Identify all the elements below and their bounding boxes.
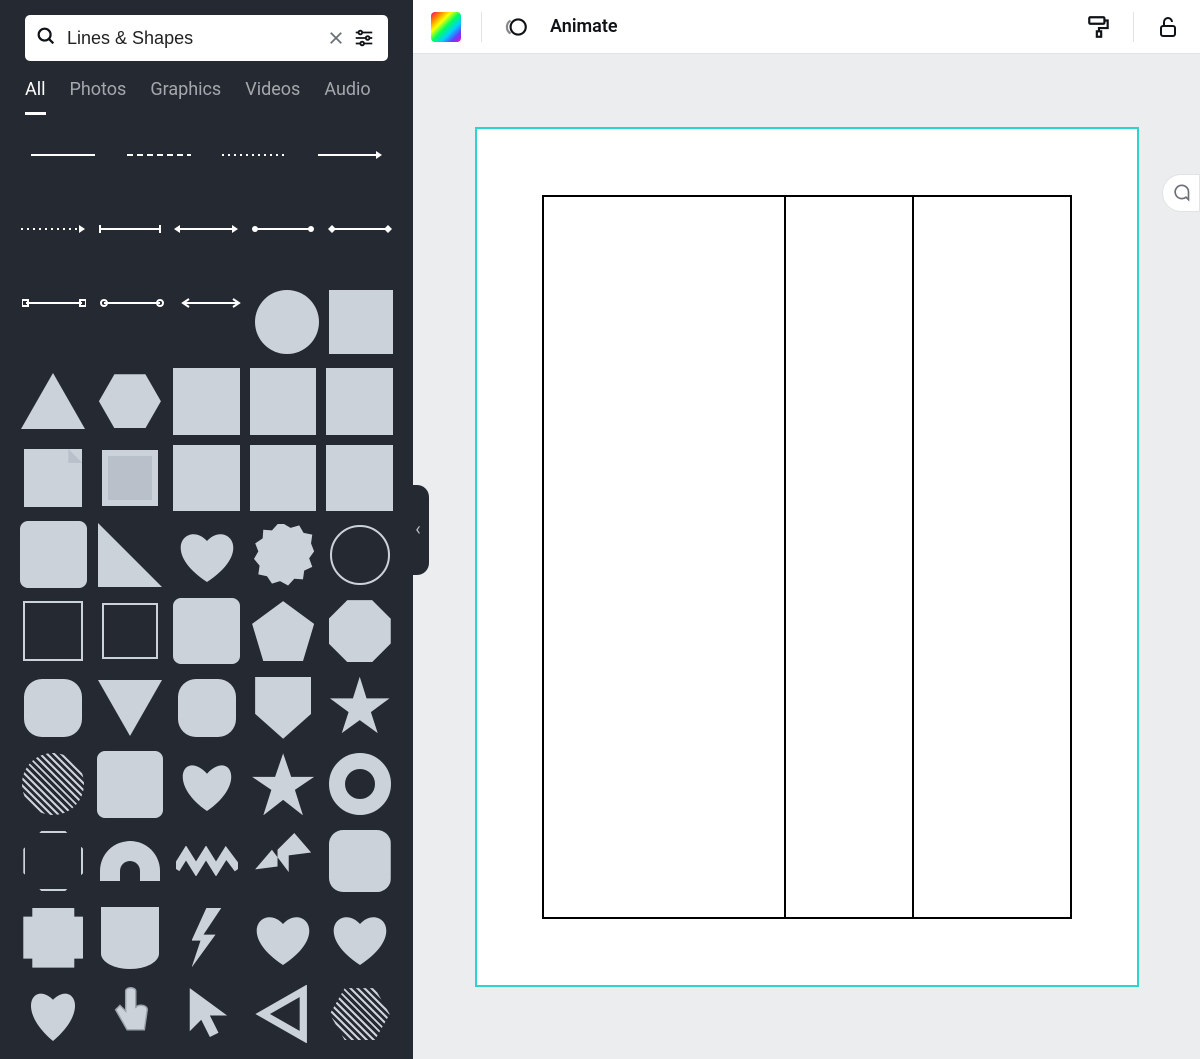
shape-frame[interactable] <box>97 445 164 512</box>
shape-square[interactable] <box>250 368 317 435</box>
shape-arc[interactable] <box>97 828 164 895</box>
shape-scallop[interactable] <box>20 904 87 971</box>
canvas-column[interactable] <box>784 197 912 917</box>
tab-videos[interactable]: Videos <box>245 79 300 112</box>
tab-audio[interactable]: Audio <box>324 79 370 112</box>
search-box <box>25 15 388 61</box>
shape-grid <box>20 368 393 1047</box>
clear-icon[interactable] <box>322 24 350 52</box>
shape-right-triangle[interactable] <box>97 521 164 588</box>
shape-bolt[interactable] <box>250 828 317 895</box>
shape-circle[interactable] <box>255 290 319 354</box>
shape-triangle-down[interactable] <box>97 674 164 741</box>
canvas-toolbar: Animate <box>413 0 1200 54</box>
shape-hexagon[interactable] <box>97 368 164 435</box>
tab-graphics[interactable]: Graphics <box>150 79 221 112</box>
shape-rounded-square-chamfer[interactable] <box>326 828 393 895</box>
color-picker-button[interactable] <box>431 12 461 42</box>
canvas-area[interactable] <box>413 54 1200 1059</box>
shape-heart[interactable] <box>326 904 393 971</box>
search-container <box>0 0 413 61</box>
line-square-ends[interactable] <box>20 290 88 316</box>
canvas-shape-group[interactable] <box>542 195 1072 919</box>
search-icon <box>35 25 57 51</box>
shape-octagon[interactable] <box>326 598 393 665</box>
shape-square[interactable] <box>326 368 393 435</box>
shape-ring[interactable] <box>326 751 393 818</box>
canvas-page[interactable] <box>475 127 1139 987</box>
results-scroll[interactable] <box>0 112 413 1059</box>
tab-photos[interactable]: Photos <box>70 79 127 112</box>
shape-hatched-circle[interactable] <box>20 751 87 818</box>
tab-all[interactable]: All <box>25 79 46 115</box>
line-dotted-arrow[interactable] <box>20 216 87 242</box>
shape-square[interactable] <box>326 445 393 512</box>
elements-sidebar: All Photos Graphics Videos Audio <box>0 0 413 1059</box>
shape-square[interactable] <box>329 290 393 354</box>
shape-heart[interactable] <box>173 521 240 588</box>
lock-icon[interactable] <box>1154 13 1182 41</box>
shape-rounded-square[interactable] <box>97 751 164 818</box>
shape-square-outline[interactable] <box>97 598 164 665</box>
shape-circle-outline[interactable] <box>326 521 393 588</box>
shape-heart[interactable] <box>250 904 317 971</box>
shape-octagon-outline[interactable] <box>20 828 87 895</box>
shape-square[interactable] <box>250 445 317 512</box>
canvas-column[interactable] <box>912 197 1070 917</box>
line-arrow[interactable] <box>307 142 393 168</box>
line-diamond-ends[interactable] <box>326 216 393 242</box>
line-bar-ends[interactable] <box>97 216 164 242</box>
shape-square[interactable] <box>173 368 240 435</box>
line-double-arrow[interactable] <box>173 216 240 242</box>
canvas-column[interactable] <box>544 197 784 917</box>
shape-crest[interactable] <box>97 904 164 971</box>
line-solid[interactable] <box>20 142 106 168</box>
shape-shield[interactable] <box>250 674 317 741</box>
workspace: Animate <box>413 0 1200 1059</box>
shape-page[interactable] <box>20 445 87 512</box>
animate-icon[interactable] <box>502 13 530 41</box>
paint-roller-icon[interactable] <box>1085 13 1113 41</box>
shape-play[interactable] <box>250 981 317 1048</box>
shape-cursor[interactable] <box>173 981 240 1048</box>
shape-zigzag[interactable] <box>173 828 240 895</box>
shape-rounded-square[interactable] <box>20 521 87 588</box>
line-arrow-both-small[interactable] <box>177 290 245 316</box>
shape-rblob[interactable] <box>20 674 87 741</box>
shape-star5[interactable] <box>250 751 317 818</box>
shape-badge[interactable] <box>250 521 317 588</box>
line-circle-ends[interactable] <box>98 290 166 316</box>
shape-star[interactable] <box>326 674 393 741</box>
search-input[interactable] <box>65 27 322 50</box>
toolbar-separator <box>481 12 482 42</box>
shape-heart[interactable] <box>20 981 87 1048</box>
comment-button[interactable] <box>1162 174 1200 212</box>
category-tabs: All Photos Graphics Videos Audio <box>0 61 413 112</box>
shape-rblob[interactable] <box>173 674 240 741</box>
shape-triangle[interactable] <box>20 368 87 435</box>
shape-hex-hatched[interactable] <box>326 981 393 1048</box>
shape-pentagon[interactable] <box>250 598 317 665</box>
line-dashed[interactable] <box>116 142 202 168</box>
shape-square-outline[interactable] <box>20 598 87 665</box>
shape-heart[interactable] <box>173 751 240 818</box>
shape-rounded-square[interactable] <box>173 598 240 665</box>
animate-button[interactable]: Animate <box>550 16 618 37</box>
toolbar-separator <box>1133 12 1134 42</box>
line-dot-ends[interactable] <box>250 216 317 242</box>
filter-icon[interactable] <box>350 24 378 52</box>
shape-square[interactable] <box>173 445 240 512</box>
line-dotted[interactable] <box>212 142 298 168</box>
shape-pointer-hand[interactable] <box>97 981 164 1048</box>
shape-lightning[interactable] <box>173 904 240 971</box>
